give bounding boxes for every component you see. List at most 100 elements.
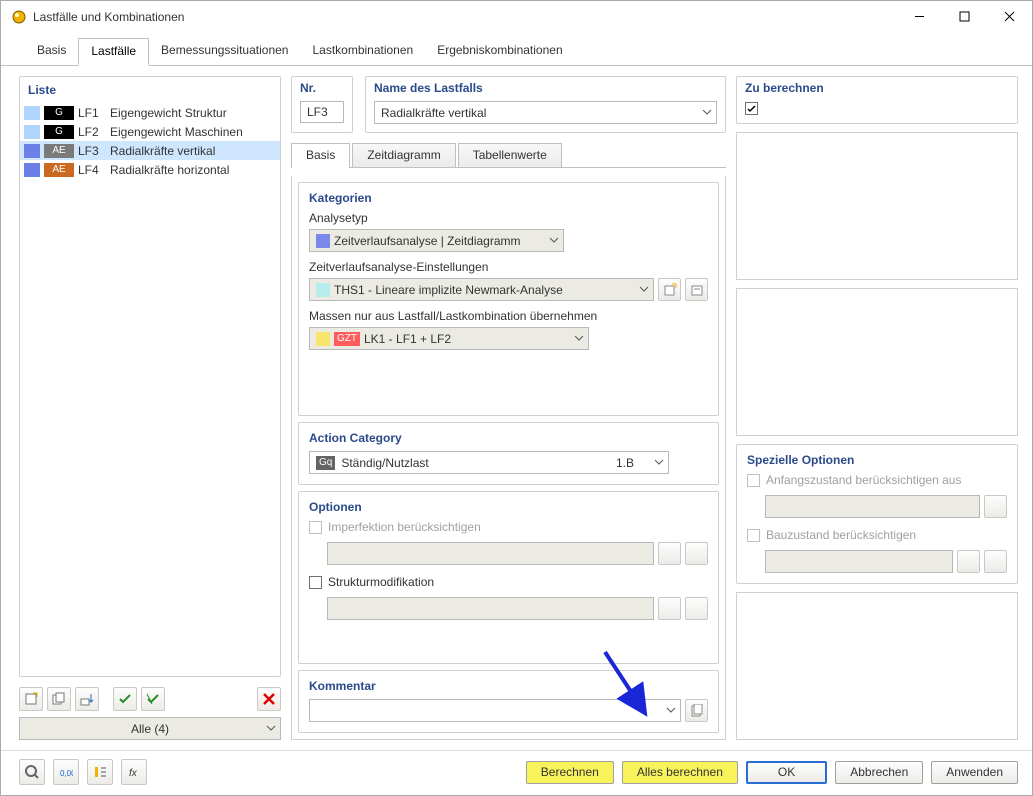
filter-combo[interactable]: Alle (4): [19, 717, 281, 740]
tab-ergebniskombinationen[interactable]: Ergebniskombinationen: [425, 38, 574, 65]
deselect-all-button[interactable]: [141, 687, 165, 711]
select-all-button[interactable]: [113, 687, 137, 711]
tab-lastkombinationen[interactable]: Lastkombinationen: [300, 38, 425, 65]
anfangszustand-label: Anfangszustand berücksichtigen aus: [766, 473, 961, 487]
imperfektion-label: Imperfektion berücksichtigen: [328, 520, 481, 534]
bauzustand-checkbox: [747, 529, 760, 542]
bauzustand-label: Bauzustand berücksichtigen: [766, 528, 916, 542]
tab-basis[interactable]: Basis: [25, 38, 78, 65]
imperfektion-checkbox: [309, 521, 322, 534]
strukturmod-checkbox[interactable]: [309, 576, 322, 589]
right-panel-2: [736, 288, 1018, 436]
tool-button-2[interactable]: fx: [121, 759, 147, 785]
svg-text:fx: fx: [129, 768, 138, 779]
anfangs-edit-button: [984, 495, 1007, 518]
strukturmod-label: Strukturmodifikation: [328, 575, 434, 589]
lf-name: Eigengewicht Maschinen: [110, 125, 243, 139]
strukturmod-combo: [327, 597, 654, 620]
new-ths-button[interactable]: [658, 278, 681, 301]
gzt-badge: GZT: [334, 332, 360, 346]
massen-label: Massen nur aus Lastfall/Lastkombination …: [309, 309, 708, 323]
units-button[interactable]: 0,00: [53, 759, 79, 785]
imperf-new-button: [658, 542, 681, 565]
bauzustand-edit-button: [984, 550, 1007, 573]
name-label: Name des Lastfalls: [374, 81, 717, 95]
gq-badge: Gq: [316, 456, 335, 470]
chevron-down-icon: [639, 283, 649, 297]
new-button[interactable]: [19, 687, 43, 711]
category-badge: AE: [44, 163, 74, 177]
chevron-down-icon: [702, 106, 712, 120]
lf-code: LF1: [78, 106, 106, 120]
app-icon: [11, 9, 27, 25]
subtab-tabellenwerte[interactable]: Tabellenwerte: [458, 143, 562, 167]
tool-button-1[interactable]: [87, 759, 113, 785]
copy-button[interactable]: [47, 687, 71, 711]
kommentar-combo[interactable]: [309, 699, 681, 722]
category-badge: G: [44, 106, 74, 120]
struktmod-new-button: [658, 597, 681, 620]
imperfektion-combo: [327, 542, 654, 565]
nr-input[interactable]: LF3: [300, 101, 344, 123]
abbrechen-button[interactable]: Abbrechen: [835, 761, 923, 784]
lf-name: Radialkräfte vertikal: [110, 144, 215, 158]
list-item[interactable]: AE LF3 Radialkräfte vertikal: [20, 141, 280, 160]
close-button[interactable]: [987, 2, 1032, 31]
minimize-button[interactable]: [897, 2, 942, 31]
main-tabs: Basis Lastfälle Bemessungssituationen La…: [1, 32, 1032, 66]
chevron-down-icon: [266, 722, 276, 736]
color-swatch: [316, 234, 330, 248]
alles-berechnen-button[interactable]: Alles berechnen: [622, 761, 738, 784]
kategorien-title: Kategorien: [309, 191, 708, 205]
lf-code: LF3: [78, 144, 106, 158]
kommentar-title: Kommentar: [309, 679, 708, 693]
titlebar: Lastfälle und Kombinationen: [1, 1, 1032, 32]
list-item[interactable]: G LF2 Eigengewicht Maschinen: [20, 122, 280, 141]
window-root: Lastfälle und Kombinationen Basis Lastfä…: [0, 0, 1033, 796]
sort-button[interactable]: [75, 687, 99, 711]
svg-text:0,00: 0,00: [60, 769, 73, 778]
bauzustand-new-button: [957, 550, 980, 573]
imperf-edit-button: [685, 542, 708, 565]
subtab-zeitdiagramm[interactable]: Zeitdiagramm: [352, 143, 455, 167]
zuberechnen-label: Zu berechnen: [745, 81, 1009, 95]
anwenden-button[interactable]: Anwenden: [931, 761, 1018, 784]
lf-name: Eigengewicht Struktur: [110, 106, 227, 120]
bauzustand-combo: [765, 550, 953, 573]
spezielle-title: Spezielle Optionen: [747, 453, 1007, 467]
subtab-basis[interactable]: Basis: [291, 143, 350, 168]
berechnen-button[interactable]: Berechnen: [526, 761, 614, 784]
ok-button[interactable]: OK: [746, 761, 827, 784]
tab-lastfaelle[interactable]: Lastfälle: [78, 38, 149, 66]
analysetyp-combo[interactable]: Zeitverlaufsanalyse | Zeitdiagramm: [309, 229, 564, 252]
delete-button[interactable]: [257, 687, 281, 711]
chevron-down-icon: [549, 234, 559, 248]
list-item[interactable]: G LF1 Eigengewicht Struktur: [20, 103, 280, 122]
action-category-combo[interactable]: Gq Ständig/Nutzlast 1.B: [309, 451, 669, 474]
zeit-einstellungen-label: Zeitverlaufsanalyse-Einstellungen: [309, 260, 708, 274]
maximize-button[interactable]: [942, 2, 987, 31]
help-button[interactable]: [19, 759, 45, 785]
nr-label: Nr.: [300, 81, 344, 95]
color-swatch: [24, 163, 40, 177]
color-swatch: [316, 332, 330, 346]
tab-bemessung[interactable]: Bemessungssituationen: [149, 38, 300, 65]
kommentar-edit-button[interactable]: [685, 699, 708, 722]
edit-ths-button[interactable]: [685, 278, 708, 301]
color-swatch: [24, 106, 40, 120]
massen-combo[interactable]: GZT LK1 - LF1 + LF2: [309, 327, 589, 350]
zuberechnen-checkbox[interactable]: [745, 102, 758, 115]
load-case-list: Liste G LF1 Eigengewicht Struktur G LF2: [19, 76, 281, 677]
anfangszustand-combo: [765, 495, 980, 518]
zeit-einstellungen-combo[interactable]: THS1 - Lineare implizite Newmark-Analyse: [309, 278, 654, 301]
list-item[interactable]: AE LF4 Radialkräfte horizontal: [20, 160, 280, 179]
lf-code: LF4: [78, 163, 106, 177]
color-swatch: [24, 125, 40, 139]
analysetyp-label: Analysetyp: [309, 211, 708, 225]
right-panel-1: [736, 132, 1018, 280]
lf-code: LF2: [78, 125, 106, 139]
footer: 0,00 fx Berechnen Alles berechnen OK Abb…: [1, 750, 1032, 795]
color-swatch: [316, 283, 330, 297]
name-combo[interactable]: Radialkräfte vertikal: [374, 101, 717, 124]
color-swatch: [24, 144, 40, 158]
